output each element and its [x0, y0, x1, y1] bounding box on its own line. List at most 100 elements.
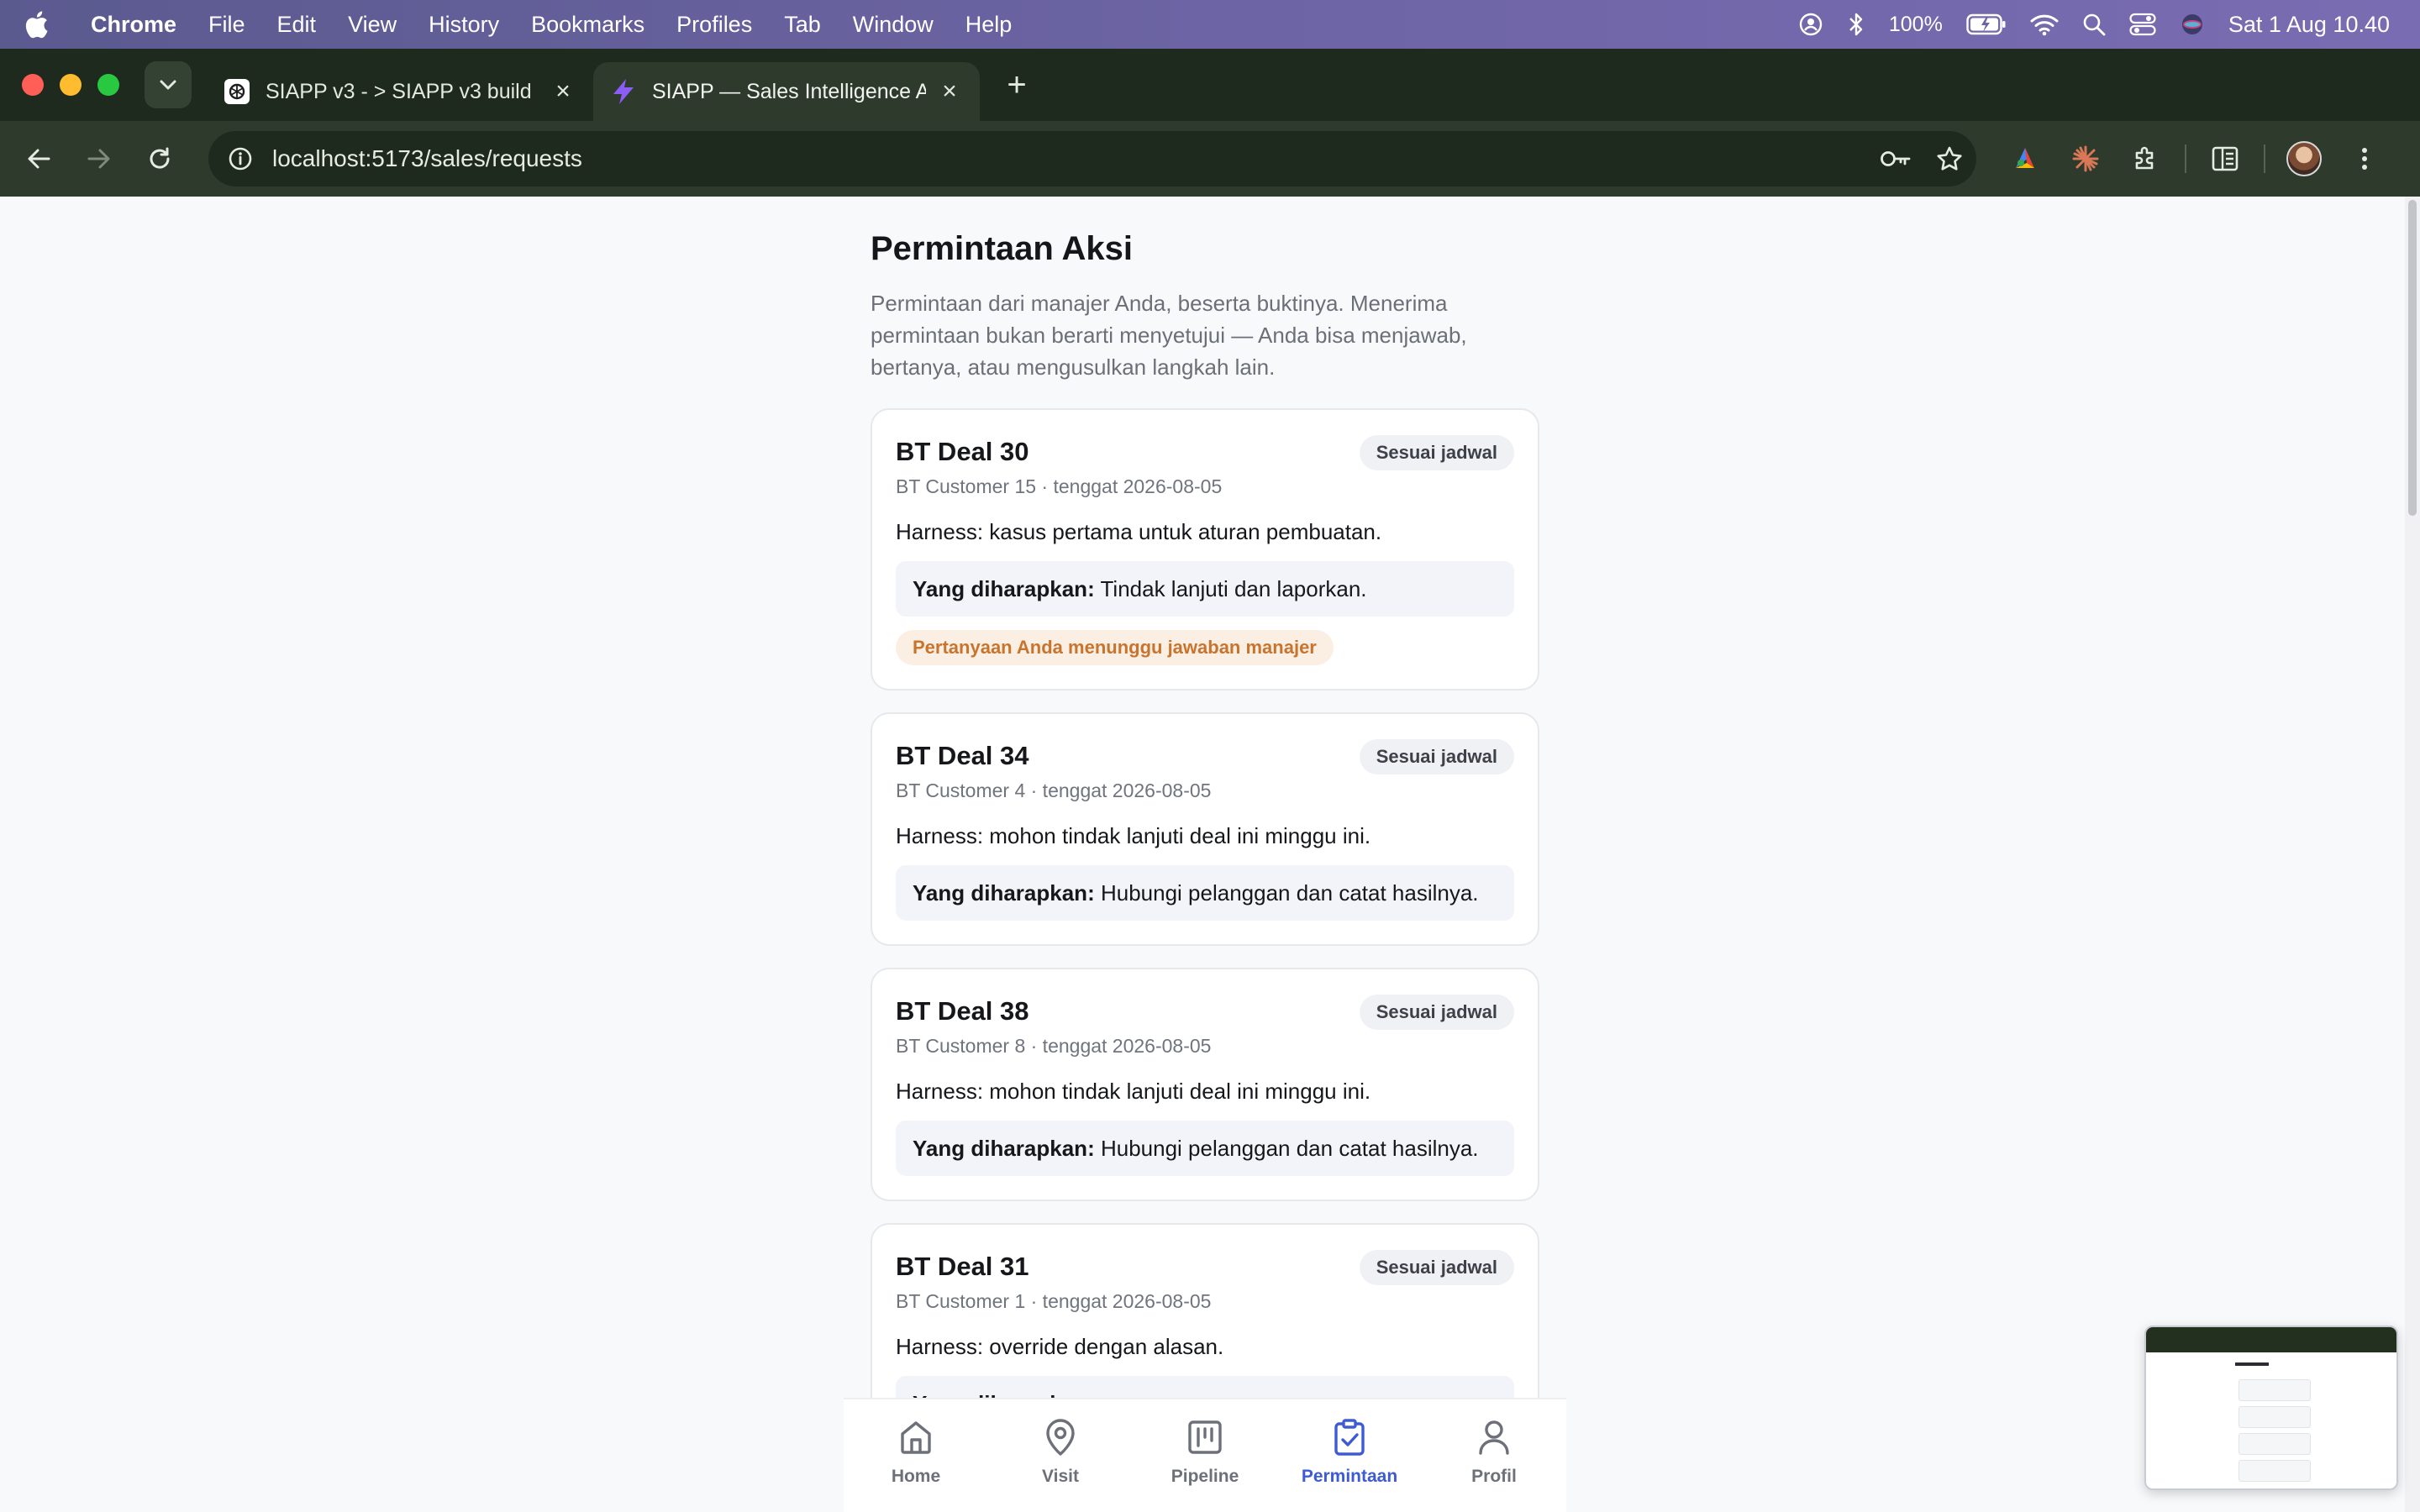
- clipboard-check-icon: [1333, 1416, 1366, 1458]
- requests-content: Permintaan Aksi Permintaan dari manajer …: [871, 228, 1539, 1457]
- page-description: Permintaan dari manajer Anda, beserta bu…: [871, 291, 1467, 380]
- tab-search-button[interactable]: [145, 61, 192, 108]
- pending-question-chip: Pertanyaan Anda menunggu jawaban manajer: [896, 630, 1334, 665]
- nav-home[interactable]: Home: [844, 1399, 988, 1512]
- expected-action: Hubungi pelanggan dan catat hasilnya.: [1100, 880, 1479, 906]
- menu-history[interactable]: History: [429, 12, 499, 38]
- request-card[interactable]: BT Deal 34 Sesuai jadwal BT Customer 4 ·…: [871, 712, 1539, 946]
- reload-button[interactable]: [129, 146, 190, 171]
- extensions-puzzle-icon[interactable]: [2116, 144, 2176, 173]
- zoom-window-button[interactable]: [97, 74, 119, 96]
- request-meta: BT Customer 15 · tenggat 2026-08-05: [896, 475, 1223, 497]
- scrollbar-thumb[interactable]: [2408, 200, 2417, 516]
- battery-charging-icon[interactable]: [1966, 13, 2007, 35]
- menu-bookmarks[interactable]: Bookmarks: [531, 12, 644, 38]
- screen: Chrome File Edit View History Bookmarks …: [0, 0, 2420, 1512]
- nav-permintaan[interactable]: Permintaan: [1277, 1399, 1422, 1512]
- close-tab-icon[interactable]: ×: [936, 77, 963, 105]
- nav-profil[interactable]: Profil: [1422, 1399, 1566, 1512]
- browser-tab-siapp-sales[interactable]: SIAPP — Sales Intelligence Ap ×: [593, 62, 980, 121]
- expected-action-box: Yang diharapkan: Hubungi pelanggan dan c…: [896, 1121, 1514, 1176]
- chrome-menu-icon[interactable]: [2334, 146, 2395, 171]
- nav-visit[interactable]: Visit: [988, 1399, 1133, 1512]
- nav-label: Visit: [1042, 1467, 1079, 1486]
- menu-bar-status-area: 100% Sat 1 Aug 10.40: [1798, 11, 2390, 38]
- request-note: Harness: kasus pertama untuk aturan pemb…: [896, 519, 1382, 544]
- page-title: Permintaan Aksi: [871, 230, 1133, 267]
- status-badge: Sesuai jadwal: [1359, 739, 1514, 774]
- nav-pipeline[interactable]: Pipeline: [1133, 1399, 1277, 1512]
- siri-icon[interactable]: [2180, 12, 2205, 37]
- new-tab-button[interactable]: +: [997, 66, 1037, 104]
- status-badge: Sesuai jadwal: [1359, 1250, 1514, 1285]
- expected-label: Yang diharapkan:: [913, 576, 1095, 601]
- nav-label: Profil: [1471, 1467, 1517, 1486]
- request-card[interactable]: BT Deal 38 Sesuai jadwal BT Customer 8 ·…: [871, 968, 1539, 1201]
- status-badge: Sesuai jadwal: [1359, 995, 1514, 1030]
- expected-label: Yang diharapkan:: [913, 880, 1095, 906]
- expected-action-box: Yang diharapkan: Tindak lanjuti dan lapo…: [896, 561, 1514, 617]
- request-note: Harness: mohon tindak lanjuti deal ini m…: [896, 1079, 1371, 1104]
- menu-app-name[interactable]: Chrome: [91, 12, 176, 38]
- tab-title: SIAPP v3 - > SIAPP v3 build: [266, 79, 532, 103]
- request-card[interactable]: BT Deal 30 Sesuai jadwal BT Customer 15 …: [871, 408, 1539, 690]
- back-button[interactable]: [8, 147, 69, 171]
- browser-tab-siapp-build[interactable]: SIAPP v3 - > SIAPP v3 build ×: [207, 62, 593, 121]
- control-center-icon[interactable]: [2129, 13, 2156, 36]
- user-icon: [1477, 1416, 1511, 1458]
- site-info-icon[interactable]: [224, 146, 257, 171]
- menu-bar-clock[interactable]: Sat 1 Aug 10.40: [2228, 12, 2390, 38]
- home-icon: [897, 1416, 934, 1458]
- menu-profiles[interactable]: Profiles: [676, 12, 752, 38]
- request-meta: BT Customer 1 · tenggat 2026-08-05: [896, 1290, 1212, 1312]
- menu-view[interactable]: View: [348, 12, 397, 38]
- address-bar-url[interactable]: localhost:5173/sales/requests: [272, 145, 1869, 172]
- bluetooth-icon[interactable]: [1847, 11, 1865, 38]
- status-badge: Sesuai jadwal: [1359, 435, 1514, 470]
- password-key-icon[interactable]: [1869, 149, 1923, 169]
- kanban-icon: [1187, 1416, 1223, 1458]
- thumbnail-card: [2238, 1460, 2311, 1482]
- tab-title: SIAPP — Sales Intelligence Ap: [652, 79, 926, 103]
- browser-tab-strip: SIAPP v3 - > SIAPP v3 build × SIAPP — Sa…: [0, 49, 2420, 121]
- arrow-right-icon: [87, 149, 110, 169]
- page-scrollbar[interactable]: [2405, 197, 2420, 1512]
- user-circle-icon[interactable]: [1798, 12, 1823, 37]
- apple-logo-icon[interactable]: [24, 10, 69, 39]
- avatar: [2286, 141, 2322, 176]
- menu-file[interactable]: File: [208, 12, 245, 38]
- menu-help[interactable]: Help: [965, 12, 1013, 38]
- profile-avatar[interactable]: [2274, 141, 2334, 176]
- request-meta: BT Customer 8 · tenggat 2026-08-05: [896, 1035, 1212, 1057]
- openai-favicon-icon: [224, 78, 250, 105]
- extension-colorful-icon[interactable]: [1995, 144, 2055, 173]
- extension-claude-icon[interactable]: [2055, 144, 2116, 173]
- address-bar[interactable]: localhost:5173/sales/requests: [208, 131, 1976, 186]
- thumbnail-title-line: [2235, 1362, 2269, 1366]
- window-controls: [22, 74, 119, 96]
- wifi-icon[interactable]: [2030, 13, 2059, 36]
- thumbnail-card: [2238, 1433, 2311, 1455]
- screenshot-preview-thumbnail[interactable]: [2144, 1326, 2398, 1490]
- close-window-button[interactable]: [22, 74, 44, 96]
- menu-tab[interactable]: Tab: [784, 12, 821, 38]
- request-note: Harness: override dengan alasan.: [896, 1334, 1224, 1359]
- bookmark-star-icon[interactable]: [1923, 145, 1976, 172]
- thumbnail-card: [2238, 1379, 2311, 1401]
- forward-button[interactable]: [69, 147, 129, 171]
- spotlight-search-icon[interactable]: [2082, 13, 2106, 36]
- reading-list-icon[interactable]: [2195, 146, 2255, 171]
- chevron-down-icon: [160, 80, 176, 90]
- nav-label: Permintaan: [1301, 1467, 1398, 1486]
- toolbar-separator: [2185, 144, 2186, 173]
- battery-percent: 100%: [1888, 12, 1943, 36]
- web-page: Permintaan Aksi Permintaan dari manajer …: [0, 197, 2420, 1512]
- menu-window[interactable]: Window: [853, 12, 934, 38]
- minimize-window-button[interactable]: [60, 74, 82, 96]
- browser-toolbar: localhost:5173/sales/requests: [0, 121, 2420, 197]
- expected-action-box: Yang diharapkan: Hubungi pelanggan dan c…: [896, 865, 1514, 921]
- close-tab-icon[interactable]: ×: [550, 77, 576, 105]
- menu-edit[interactable]: Edit: [277, 12, 317, 38]
- bottom-navigation: Home Visit Pipeline Permintaan Profil: [844, 1398, 1566, 1512]
- expected-label: Yang diharapkan:: [913, 1136, 1095, 1161]
